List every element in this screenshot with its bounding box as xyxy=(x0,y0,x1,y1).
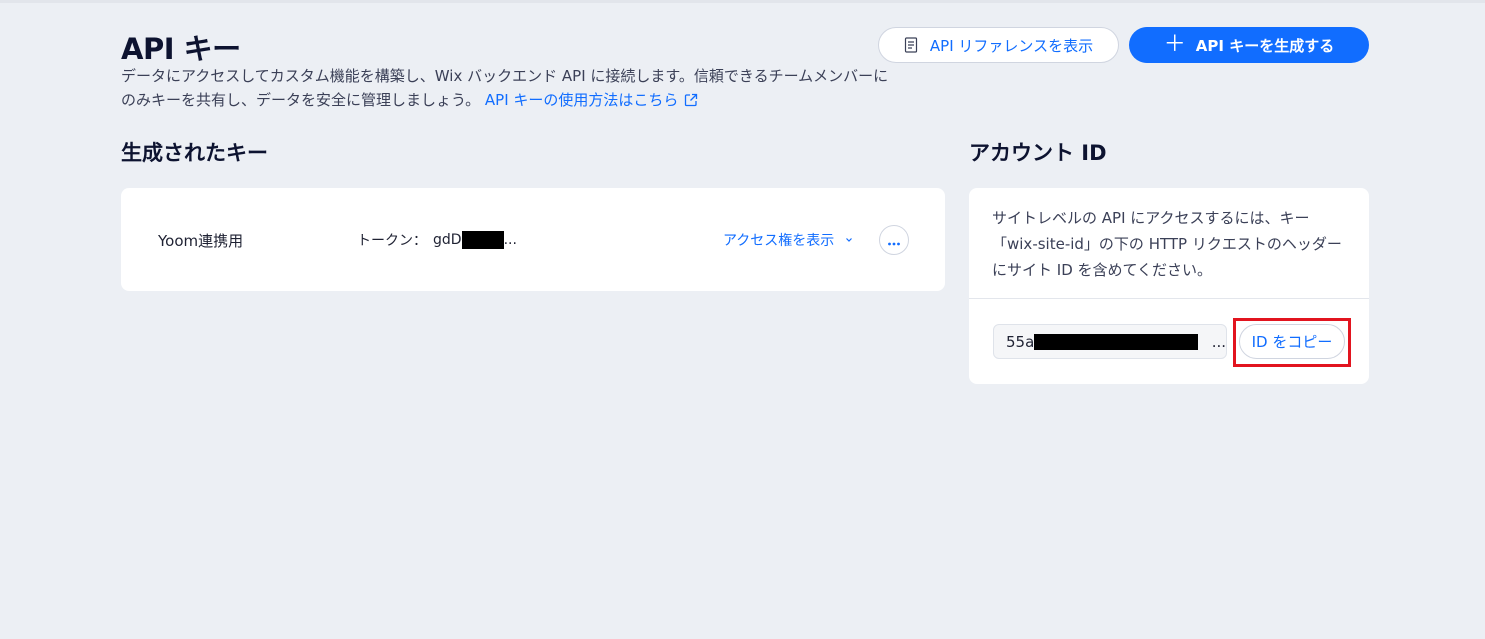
account-id-field[interactable]: 55a ... xyxy=(993,324,1227,359)
document-icon xyxy=(904,37,918,53)
copy-id-button[interactable]: ID をコピー xyxy=(1239,324,1345,359)
more-dots-icon xyxy=(887,231,901,250)
key-token: トークン： gdD ... xyxy=(357,230,517,250)
api-reference-label: API リファレンスを表示 xyxy=(929,36,1094,55)
learn-api-keys-label: API キーの使用方法はこちら xyxy=(484,91,679,109)
token-ellipsis: ... xyxy=(503,232,517,248)
chevron-down-icon xyxy=(844,235,854,245)
external-link-icon xyxy=(684,90,698,114)
account-id-title: アカウント ID xyxy=(969,141,1107,165)
token-label: トークン： xyxy=(357,233,427,249)
more-actions-button[interactable] xyxy=(879,225,909,255)
page-title: API キー xyxy=(121,32,241,66)
account-id-description: サイトレベルの API にアクセスするには、キー「wix-site-id」の下の… xyxy=(992,209,1342,279)
divider xyxy=(969,298,1369,299)
token-redaction xyxy=(461,231,504,249)
generate-api-key-button[interactable]: ＋ API キーを生成する xyxy=(1129,27,1369,63)
key-row: Yoom連携用 トークン： gdD ... アクセス権を表示 xyxy=(121,188,945,291)
generate-api-key-label: API キーを生成する xyxy=(1195,36,1335,55)
account-id-card: サイトレベルの API にアクセスするには、キー「wix-site-id」の下の… xyxy=(969,188,1369,384)
generated-keys-title: 生成されたキー xyxy=(121,141,268,165)
show-access-label: アクセス権を表示 xyxy=(723,233,835,249)
token-prefix: gdD xyxy=(433,232,462,248)
account-id-redaction xyxy=(1034,333,1198,350)
account-id-prefix: 55a xyxy=(1006,332,1035,351)
key-name: Yoom連携用 xyxy=(158,232,244,250)
account-id-ellipsis: ... xyxy=(1211,332,1226,351)
top-border xyxy=(0,0,1485,3)
show-access-link[interactable]: アクセス権を表示 xyxy=(723,230,854,250)
copy-id-label: ID をコピー xyxy=(1251,333,1333,351)
api-reference-button[interactable]: API リファレンスを表示 xyxy=(878,27,1119,63)
plus-icon: ＋ xyxy=(1163,32,1186,57)
page-description: データにアクセスしてカスタム機能を構築し、Wix バックエンド API に接続し… xyxy=(121,64,891,114)
learn-api-keys-link[interactable]: API キーの使用方法はこちら xyxy=(485,91,699,109)
